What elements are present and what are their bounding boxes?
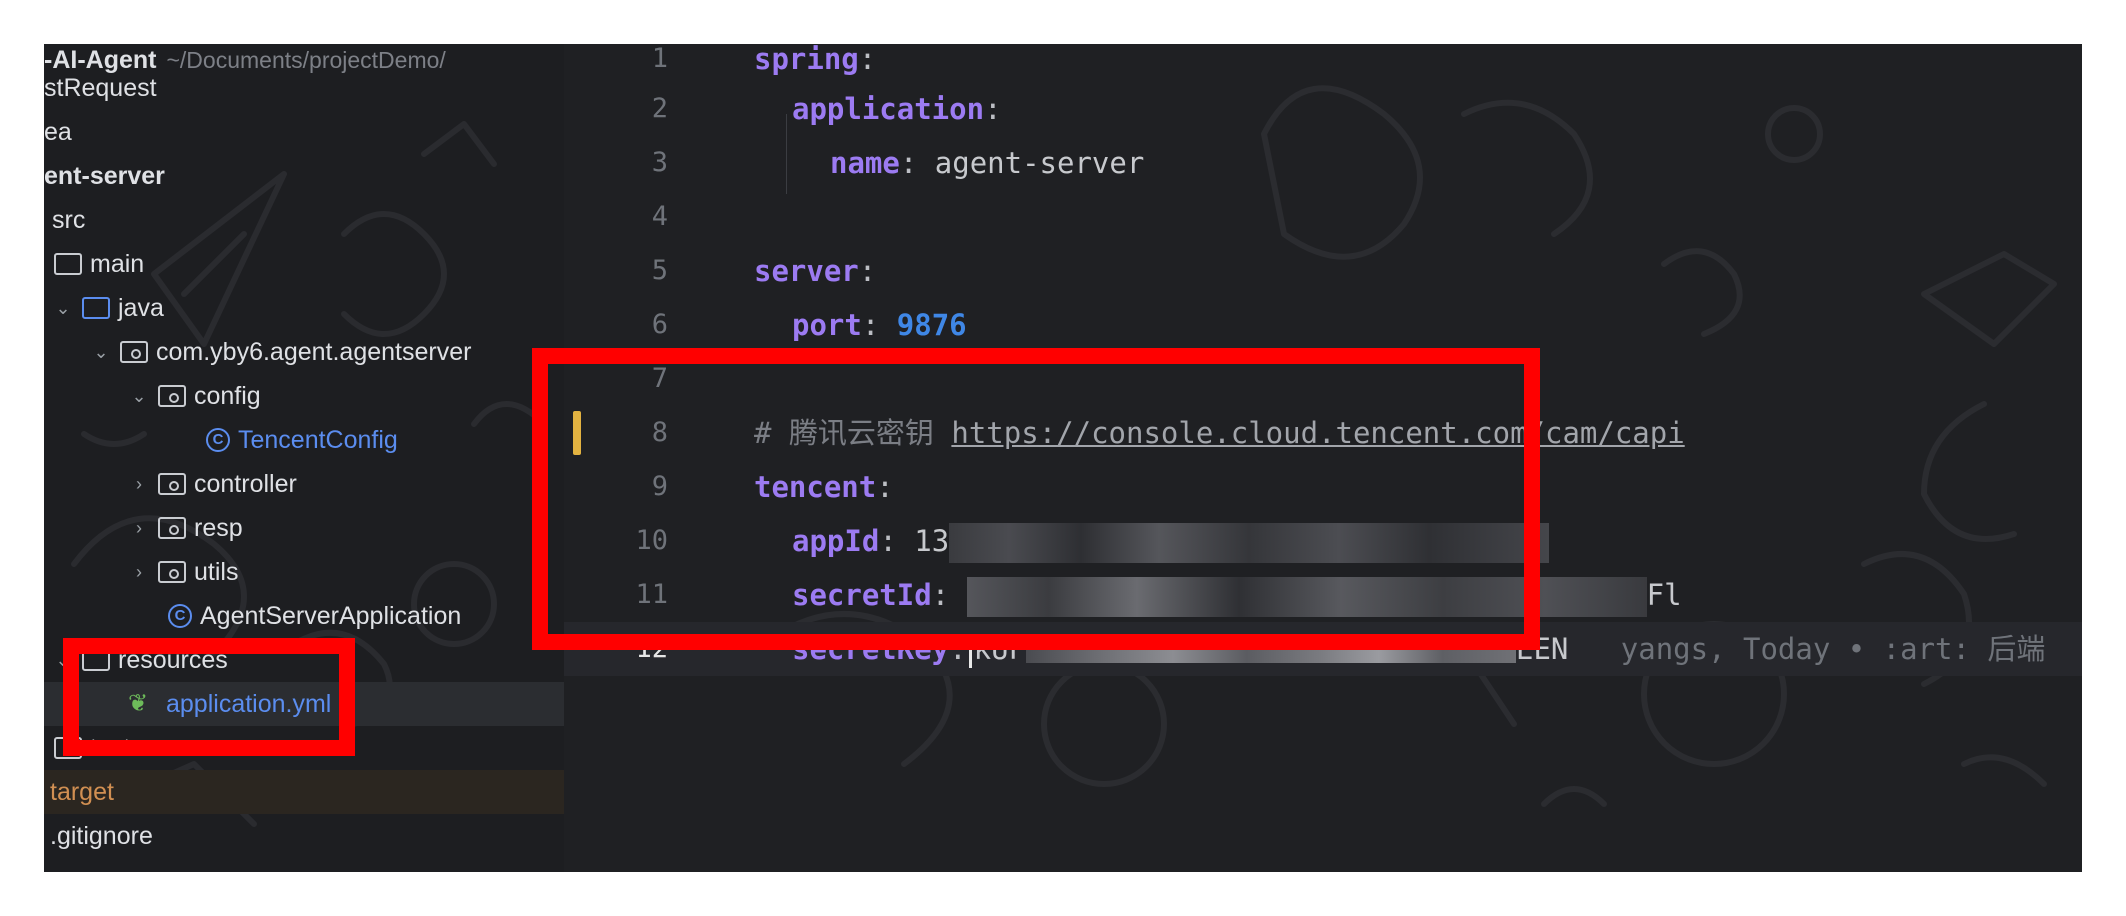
chevron-down-icon[interactable]: ⌄ (128, 386, 150, 407)
line-number: 5 (651, 255, 668, 286)
redacted-value (966, 577, 1647, 617)
tree-item-agent-server[interactable]: ent-server (44, 154, 564, 198)
chevron-down-icon[interactable]: ⌄ (90, 342, 112, 363)
chevron-down-icon[interactable]: ⌄ (52, 650, 74, 671)
line-number: 2 (651, 93, 668, 124)
chevron-right-icon[interactable]: › (128, 562, 150, 583)
yaml-comment: # 腾讯云密钥 (754, 416, 934, 450)
tree-item-label: config (194, 381, 261, 410)
code-line-2: application: (792, 92, 1002, 126)
tree-item-label: com.yby6.agent.agentserver (156, 337, 472, 366)
package-icon (158, 517, 186, 539)
code-line-8: # 腾讯云密钥 https://console.cloud.tencent.co… (754, 406, 1685, 460)
tree-item-label: target (50, 777, 114, 806)
code-line-10: appId: 13 (792, 514, 1550, 568)
package-icon (158, 473, 186, 495)
code-line-9: tencent: (754, 470, 894, 504)
redacted-value (949, 523, 1550, 563)
package-icon (158, 561, 186, 583)
line-number: 9 (651, 471, 668, 502)
tree-item-label: controller (194, 469, 297, 498)
code-line-5: server: (754, 254, 877, 288)
tree-item-label: stRequest (44, 73, 157, 102)
tree-item-label: TencentConfig (238, 425, 398, 454)
tree-item-label: application.yml (166, 689, 332, 718)
tree-item-label: resources (118, 645, 228, 674)
line-number: 10 (635, 525, 668, 556)
vcs-change-marker[interactable] (573, 411, 581, 455)
code-line-6: port: 9876 (792, 308, 967, 342)
tree-item-label: ea (44, 117, 72, 146)
tree-item-label: resp (194, 513, 243, 542)
tree-item-target[interactable]: target (44, 770, 564, 814)
code-area[interactable]: spring: application: name: agent-server … (754, 44, 2074, 872)
folder-icon (54, 253, 82, 275)
redacted-value (1026, 639, 1516, 663)
code-editor[interactable]: 1 2 3 4 5 6 7 8 9 10 11 12 spring: appli… (564, 44, 2082, 872)
folder-icon (54, 737, 82, 759)
tree-item-gitignore[interactable]: .gitignore (44, 814, 564, 858)
source-folder-icon (82, 297, 110, 319)
code-line-12: secretKey: kUF EEN yangs, Today • :art: 后端 (792, 632, 2046, 668)
tree-item-agentserverapplication[interactable]: C AgentServerApplication (44, 594, 564, 638)
tree-item-src[interactable]: src (44, 198, 564, 242)
line-number: 1 (651, 44, 668, 74)
tree-item-java[interactable]: ⌄ java (44, 286, 564, 330)
ide-screenshot: -AI-Agent ~/Documents/projectDemo/ stReq… (44, 44, 2082, 872)
tree-item-idea[interactable]: ea (44, 110, 564, 154)
tree-item-main[interactable]: main (44, 242, 564, 286)
line-number: 6 (651, 309, 668, 340)
console-url-link[interactable]: https://console.cloud.tencent.com/cam/ca… (951, 416, 1684, 450)
tree-item-test[interactable]: test (44, 726, 564, 770)
tree-item-config[interactable]: ⌄ config (44, 374, 564, 418)
line-number: 7 (651, 363, 668, 394)
tree-item-label: ent-server (44, 161, 165, 190)
tree-item-label: java (118, 293, 164, 322)
code-line-1: spring: (754, 44, 877, 76)
chevron-right-icon[interactable]: › (128, 474, 150, 495)
tree-item-label: .gitignore (50, 821, 153, 850)
code-line-11: secretId: Fl (792, 568, 1682, 622)
line-number: 3 (651, 147, 668, 178)
git-blame-annotation[interactable]: yangs, Today • :art: 后端 (1621, 632, 2046, 666)
tree-item-utils[interactable]: › utils (44, 550, 564, 594)
tree-item-label: utils (194, 557, 239, 586)
spring-leaf-icon: ❦ (128, 690, 149, 717)
line-number: 4 (651, 201, 668, 232)
tree-item-package[interactable]: ⌄ com.yby6.agent.agentserver (44, 330, 564, 374)
line-number: 11 (635, 579, 668, 610)
tree-item-label: main (90, 249, 145, 278)
tree-item-label: AgentServerApplication (200, 601, 462, 630)
text-caret (968, 634, 972, 668)
tree-item-controller[interactable]: › controller (44, 462, 564, 506)
tree-item-tencentconfig[interactable]: C TencentConfig (44, 418, 564, 462)
class-icon: C (206, 428, 230, 452)
chevron-down-icon[interactable]: ⌄ (52, 298, 74, 319)
line-number-gutter: 1 2 3 4 5 6 7 8 9 10 11 12 (564, 44, 684, 872)
resources-folder-icon (82, 649, 110, 671)
chevron-right-icon[interactable]: › (128, 518, 150, 539)
tree-item-application-yml[interactable]: ❦ application.yml (44, 682, 564, 726)
tree-item-label: test (90, 733, 131, 762)
tree-item-strequest[interactable]: stRequest (44, 66, 564, 110)
package-icon (120, 341, 148, 363)
tree-item-resources[interactable]: ⌄ resources (44, 638, 564, 682)
project-tree-panel: -AI-Agent ~/Documents/projectDemo/ stReq… (44, 44, 564, 872)
line-number-current: 12 (635, 633, 668, 664)
spring-boot-class-icon: C (168, 604, 192, 628)
code-line-3: name: agent-server (830, 146, 1145, 180)
package-icon (158, 385, 186, 407)
tree-item-label: src (52, 205, 86, 234)
tree-item-resp[interactable]: › resp (44, 506, 564, 550)
